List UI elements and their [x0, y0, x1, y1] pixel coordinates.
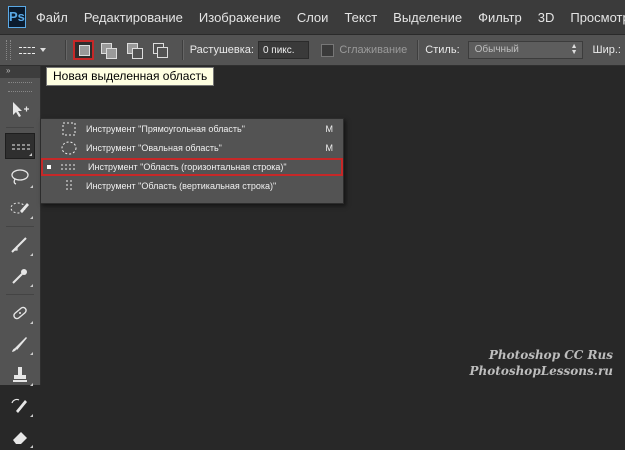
menu-file[interactable]: Файл: [36, 10, 68, 25]
flyout-item-single-column-marquee[interactable]: Инструмент "Область (вертикальная строка…: [41, 177, 343, 195]
tool-group-indicator: [30, 253, 33, 256]
tooltip: Новая выделенная область: [46, 67, 215, 86]
subtract-from-selection-button[interactable]: [124, 40, 146, 60]
eyedropper-tool[interactable]: [5, 263, 35, 289]
clone-stamp-tool[interactable]: [5, 362, 35, 388]
new-selection-button[interactable]: [72, 40, 95, 60]
bandage-icon: [13, 306, 27, 320]
menu-image[interactable]: Изображение: [199, 10, 281, 25]
menu-layers[interactable]: Слои: [297, 10, 329, 25]
tool-group-indicator: [30, 445, 33, 448]
watermark-line-2: PhotoshopLessons.ru: [469, 364, 613, 378]
brush-icon: [12, 337, 27, 352]
intersect-selection-button[interactable]: [150, 40, 172, 60]
brush-tool[interactable]: [5, 331, 35, 357]
eyedropper-icon: [12, 269, 27, 284]
menu-view[interactable]: Просмотр: [570, 10, 625, 25]
options-bar: Растушевка: 0 пикс. Сглаживание Стиль: О…: [0, 35, 625, 66]
feather-input[interactable]: 0 пикс.: [257, 41, 310, 59]
single-row-marquee-icon: [61, 164, 77, 170]
flyout-item-single-row-marquee[interactable]: Инструмент "Область (горизонтальная стро…: [41, 158, 343, 176]
crop-tool[interactable]: [5, 232, 35, 258]
lasso-icon: [11, 169, 29, 185]
flyout-item-label: Инструмент "Прямоугольная область": [86, 124, 245, 134]
watermark-line-1: Photoshop CC Rus: [488, 348, 613, 362]
menu-3d[interactable]: 3D: [538, 10, 555, 25]
move-icon: [13, 102, 29, 117]
add-to-selection-button[interactable]: [98, 40, 120, 60]
marquee-tool[interactable]: [5, 133, 35, 159]
tool-group-indicator: [30, 216, 33, 219]
watermark: Photoshop CC Rus PhotoshopLessons.ru: [470, 347, 613, 379]
feather-label: Растушевка:: [189, 44, 254, 56]
divider: [6, 294, 34, 295]
new-selection-icon: [78, 45, 90, 56]
shortcut-key: M: [325, 124, 334, 134]
stamp-icon: [13, 367, 27, 382]
tool-group-indicator: [29, 153, 32, 156]
single-row-marquee-icon: [12, 144, 30, 150]
flyout-item-label: Инструмент "Область (горизонтальная стро…: [88, 162, 287, 172]
subtract-selection-icon-part: [132, 48, 144, 59]
flyout-item-label: Инструмент "Область (вертикальная строка…: [86, 181, 277, 191]
menu-bar: Ps Файл Редактирование Изображение Слои …: [0, 0, 625, 35]
tools-panel-grip[interactable]: [8, 82, 32, 92]
expand-panel-icon[interactable]: »: [6, 66, 10, 75]
style-label: Стиль:: [425, 44, 460, 56]
flyout-item-rect-marquee[interactable]: Инструмент "Прямоугольная область" M: [41, 120, 343, 138]
quick-selection-icon: [10, 202, 29, 214]
add-to-selection-icon-part: [106, 48, 118, 59]
eraser-tool[interactable]: [5, 424, 35, 450]
tool-group-indicator: [30, 185, 33, 188]
tool-preset-picker[interactable]: [18, 40, 59, 60]
style-select-value: Обычный: [474, 44, 519, 55]
tools-panel-header[interactable]: »: [0, 66, 40, 78]
menu-edit[interactable]: Редактирование: [84, 10, 183, 25]
width-label: Шир.:: [592, 44, 621, 56]
antialias-checkbox[interactable]: [321, 43, 335, 57]
single-column-marquee-icon: [66, 180, 72, 192]
style-select[interactable]: Обычный ▲ ▼: [467, 41, 583, 59]
rect-marquee-icon: [62, 122, 76, 136]
shortcut-key: M: [325, 143, 334, 153]
tool-group-indicator: [30, 284, 33, 287]
lasso-tool[interactable]: [5, 164, 35, 190]
menu-type[interactable]: Текст: [344, 10, 377, 25]
move-tool[interactable]: [5, 96, 35, 122]
tool-group-indicator: [30, 321, 33, 324]
tool-group-indicator: [30, 414, 33, 417]
antialias-label: Сглаживание: [339, 44, 408, 56]
divider: [6, 127, 34, 128]
single-row-marquee-icon: [18, 46, 35, 54]
divider: [6, 226, 34, 227]
divider: [417, 40, 420, 60]
divider: [64, 40, 67, 60]
flyout-item-ellipse-marquee[interactable]: Инструмент "Овальная область" M: [41, 139, 343, 157]
history-brush-icon: [11, 398, 27, 413]
tool-group-indicator: [30, 352, 33, 355]
divider: [181, 40, 184, 60]
updown-chevron-icon: ▲ ▼: [570, 43, 578, 56]
photoshop-logo: Ps: [8, 6, 26, 28]
tools-panel: »: [0, 66, 41, 448]
crop-icon: [11, 237, 27, 253]
selected-bullet-icon: [47, 165, 51, 169]
healing-brush-tool[interactable]: [5, 300, 35, 326]
marquee-tool-flyout: Инструмент "Прямоугольная область" M Инс…: [40, 118, 344, 204]
ellipse-marquee-icon: [61, 141, 77, 155]
eraser-icon: [13, 432, 27, 444]
flyout-item-label: Инструмент "Овальная область": [86, 143, 222, 153]
menu-select[interactable]: Выделение: [393, 10, 462, 25]
intersect-selection-icon-part: [156, 47, 168, 58]
menu-filter[interactable]: Фильтр: [478, 10, 522, 25]
chevron-down-icon: [39, 48, 46, 52]
history-brush-tool[interactable]: [5, 393, 35, 419]
options-bar-grip[interactable]: [6, 40, 11, 60]
quick-selection-tool[interactable]: [5, 195, 35, 221]
